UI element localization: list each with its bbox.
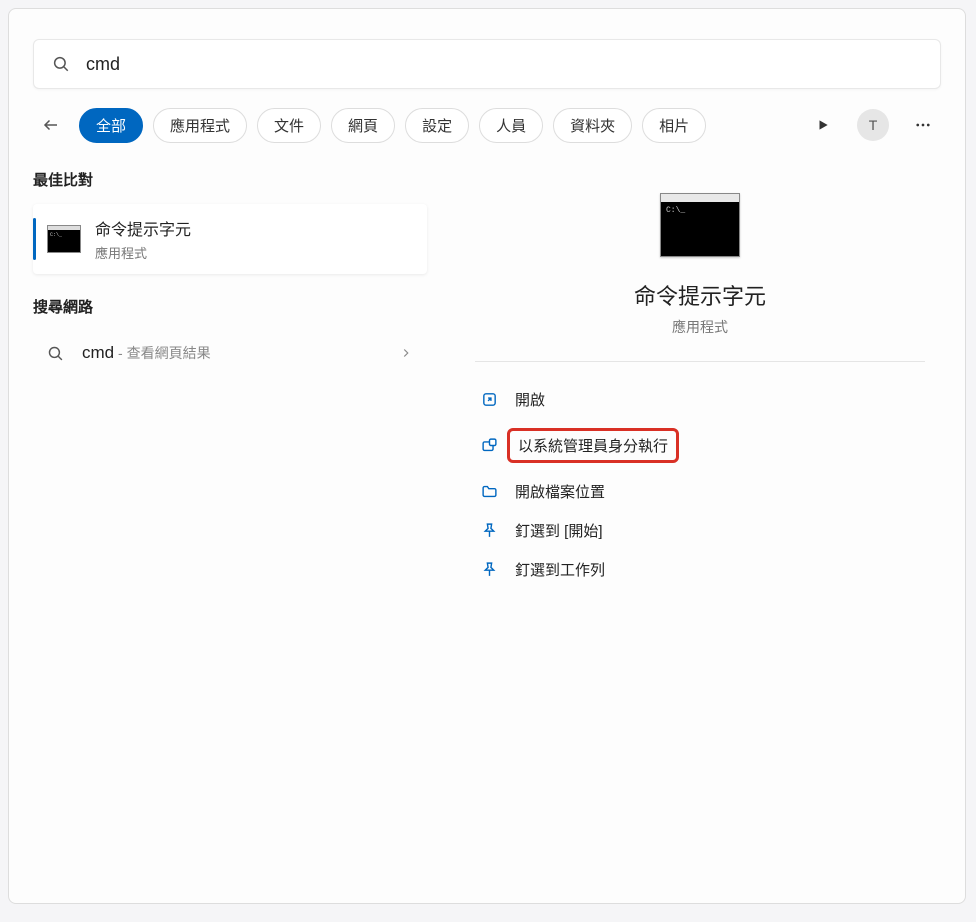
results-left-column: 最佳比對 命令提示字元 應用程式 搜尋網路 cmd - 查看網頁結果 bbox=[33, 163, 443, 605]
filter-row: 全部 應用程式 文件 網頁 設定 人員 資料夾 相片 T bbox=[9, 107, 965, 163]
web-search-header: 搜尋網路 bbox=[33, 296, 427, 317]
play-icon[interactable] bbox=[805, 107, 841, 143]
action-label: 釘選到 [開始] bbox=[515, 520, 603, 541]
action-open-location[interactable]: 開啟檔案位置 bbox=[475, 472, 925, 511]
search-icon bbox=[47, 345, 64, 362]
filter-people[interactable]: 人員 bbox=[479, 108, 543, 143]
chevron-right-icon bbox=[399, 346, 413, 360]
web-hint: - 查看網頁結果 bbox=[114, 345, 210, 361]
action-pin-taskbar[interactable]: 釘選到工作列 bbox=[475, 550, 925, 589]
web-search-result[interactable]: cmd - 查看網頁結果 bbox=[33, 331, 427, 375]
action-label: 開啟檔案位置 bbox=[515, 481, 605, 502]
search-bar[interactable] bbox=[33, 39, 941, 89]
search-window: 全部 應用程式 文件 網頁 設定 人員 資料夾 相片 T 最佳比對 bbox=[8, 8, 966, 904]
filter-apps[interactable]: 應用程式 bbox=[153, 108, 247, 143]
action-label: 開啟 bbox=[515, 389, 545, 410]
results-body: 最佳比對 命令提示字元 應用程式 搜尋網路 cmd - 查看網頁結果 bbox=[9, 163, 965, 605]
best-match-result[interactable]: 命令提示字元 應用程式 bbox=[33, 204, 427, 274]
action-pin-start[interactable]: 釘選到 [開始] bbox=[475, 511, 925, 550]
cmd-app-icon bbox=[47, 225, 81, 253]
filter-photos[interactable]: 相片 bbox=[642, 108, 706, 143]
user-avatar[interactable]: T bbox=[857, 109, 889, 141]
action-label: 以系統管理員身分執行 bbox=[507, 428, 679, 463]
detail-subtitle: 應用程式 bbox=[475, 317, 925, 337]
back-button[interactable] bbox=[33, 107, 69, 143]
folder-icon bbox=[479, 483, 499, 500]
detail-app-icon bbox=[475, 193, 925, 257]
more-icon[interactable] bbox=[905, 107, 941, 143]
action-label: 釘選到工作列 bbox=[515, 559, 605, 580]
detail-panel: 命令提示字元 應用程式 開啟 以系統管理員身分執行 bbox=[443, 163, 941, 605]
result-subtitle: 應用程式 bbox=[95, 243, 191, 262]
action-run-as-admin[interactable]: 以系統管理員身分執行 bbox=[475, 419, 925, 472]
filter-right-controls: T bbox=[805, 107, 941, 143]
search-icon bbox=[52, 55, 70, 73]
admin-icon bbox=[479, 437, 499, 454]
open-icon bbox=[479, 391, 499, 408]
filter-settings[interactable]: 設定 bbox=[405, 108, 469, 143]
result-text: 命令提示字元 應用程式 bbox=[95, 216, 191, 262]
action-open[interactable]: 開啟 bbox=[475, 380, 925, 419]
detail-title: 命令提示字元 bbox=[475, 279, 925, 311]
result-title: 命令提示字元 bbox=[95, 216, 191, 240]
divider bbox=[475, 361, 925, 362]
filter-folders[interactable]: 資料夾 bbox=[553, 108, 632, 143]
search-input[interactable] bbox=[86, 54, 922, 75]
pin-icon bbox=[479, 561, 499, 578]
filter-all[interactable]: 全部 bbox=[79, 108, 143, 143]
pin-icon bbox=[479, 522, 499, 539]
filter-web[interactable]: 網頁 bbox=[331, 108, 395, 143]
best-match-header: 最佳比對 bbox=[33, 169, 427, 190]
filter-documents[interactable]: 文件 bbox=[257, 108, 321, 143]
web-term: cmd bbox=[82, 343, 114, 362]
